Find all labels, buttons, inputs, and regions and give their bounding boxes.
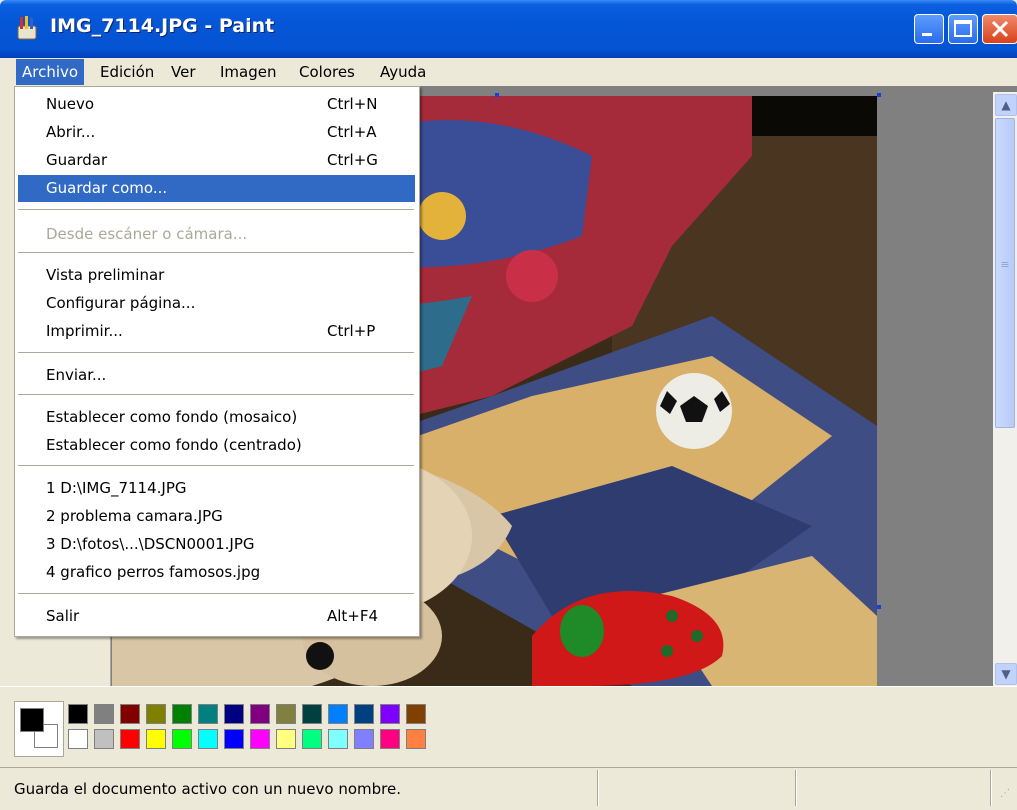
menu-item-shortcut: Alt+F4 — [327, 607, 379, 625]
color-swatch[interactable] — [68, 729, 88, 749]
menu-item-label: Nuevo — [46, 95, 95, 113]
menu-imagen[interactable]: Imagen — [214, 59, 282, 85]
menu-item-label: Guardar — [46, 151, 108, 169]
recent-file-4[interactable]: 4 grafico perros famosos.jpg — [15, 559, 415, 586]
menu-item-shortcut: Ctrl+A — [327, 123, 377, 141]
menu-separator — [18, 352, 414, 354]
menu-item-label: Establecer como fondo (centrado) — [46, 436, 302, 454]
menu-item-fondo-centrado[interactable]: Establecer como fondo (centrado) — [15, 432, 415, 459]
menu-colores[interactable]: Colores — [293, 59, 361, 85]
menu-item-label: Abrir... — [46, 123, 96, 141]
menu-item-fondo-mosaico[interactable]: Establecer como fondo (mosaico) — [15, 404, 415, 431]
close-button[interactable] — [982, 14, 1017, 44]
menu-separator — [18, 465, 414, 467]
color-swatch[interactable] — [302, 729, 322, 749]
menu-item-enviar[interactable]: Enviar... — [15, 362, 415, 389]
maximize-icon — [954, 20, 972, 37]
menu-separator — [18, 209, 414, 211]
close-icon — [991, 20, 1009, 38]
color-swatch[interactable] — [354, 704, 374, 724]
menu-item-shortcut: Ctrl+P — [327, 322, 376, 340]
menu-separator — [18, 593, 414, 595]
menu-item-vista-preliminar[interactable]: Vista preliminar — [15, 262, 415, 289]
menu-item-label: Salir — [46, 607, 80, 625]
color-swatch[interactable] — [380, 729, 400, 749]
menu-item-label: Imprimir... — [46, 322, 123, 340]
recent-file-3[interactable]: 3 D:\fotos\...\DSCN0001.JPG — [15, 531, 415, 558]
status-divider — [597, 770, 599, 806]
menu-item-shortcut: Ctrl+G — [327, 151, 378, 169]
color-swatch[interactable] — [328, 704, 348, 724]
color-swatch[interactable] — [354, 729, 374, 749]
color-swatch[interactable] — [198, 729, 218, 749]
scroll-down-icon[interactable]: ▼ — [995, 663, 1017, 685]
color-palette-area — [0, 686, 1017, 767]
color-swatch[interactable] — [172, 704, 192, 724]
menu-item-label: Vista preliminar — [46, 266, 165, 284]
status-text: Guarda el documento activo con un nuevo … — [14, 780, 402, 798]
status-divider — [795, 770, 797, 806]
color-swatch[interactable] — [68, 704, 88, 724]
color-swatch[interactable] — [406, 704, 426, 724]
color-swatch[interactable] — [94, 729, 114, 749]
color-swatch[interactable] — [302, 704, 322, 724]
color-swatch[interactable] — [250, 729, 270, 749]
menu-ayuda[interactable]: Ayuda — [374, 59, 432, 85]
menu-item-guardar-como[interactable]: Guardar como... — [18, 175, 415, 202]
color-swatch[interactable] — [94, 704, 114, 724]
color-swatch[interactable] — [172, 729, 192, 749]
menu-separator — [18, 394, 414, 396]
resize-handle[interactable] — [877, 605, 881, 609]
menu-item-label: Configurar página... — [46, 294, 196, 312]
color-swatch[interactable] — [120, 704, 140, 724]
menu-item-abrir[interactable]: Abrir... Ctrl+A — [15, 119, 415, 146]
paint-app-icon[interactable] — [16, 16, 38, 40]
window-title: IMG_7114.JPG - Paint — [50, 15, 275, 37]
color-swatch[interactable] — [328, 729, 348, 749]
color-swatch[interactable] — [276, 729, 296, 749]
menu-item-configurar-pagina[interactable]: Configurar página... — [15, 290, 415, 317]
maximize-button[interactable] — [948, 14, 978, 44]
color-swatch[interactable] — [276, 704, 296, 724]
color-swatch[interactable] — [120, 729, 140, 749]
resize-grip-icon[interactable]: ⋰ — [1000, 788, 1010, 799]
menu-item-label: Enviar... — [46, 366, 107, 384]
scroll-up-icon[interactable]: ▲ — [995, 94, 1017, 116]
menu-edicion[interactable]: Edición — [94, 59, 160, 85]
menu-item-label: 2 problema camara.JPG — [46, 507, 223, 525]
menu-item-imprimir[interactable]: Imprimir... Ctrl+P — [15, 318, 415, 345]
menu-item-nuevo[interactable]: Nuevo Ctrl+N — [15, 91, 415, 118]
color-swatch[interactable] — [146, 704, 166, 724]
color-swatch[interactable] — [146, 729, 166, 749]
minimize-button[interactable] — [914, 14, 944, 44]
recent-file-2[interactable]: 2 problema camara.JPG — [15, 503, 415, 530]
menu-archivo[interactable]: Archivo — [16, 59, 85, 85]
status-divider — [990, 770, 992, 806]
color-swatch[interactable] — [198, 704, 218, 724]
recent-file-1[interactable]: 1 D:\IMG_7114.JPG — [15, 475, 415, 502]
color-swatch[interactable] — [224, 704, 244, 724]
menu-item-label: Establecer como fondo (mosaico) — [46, 408, 298, 426]
color-swatch[interactable] — [250, 704, 270, 724]
menu-separator — [18, 252, 414, 254]
menu-item-label: 3 D:\fotos\...\DSCN0001.JPG — [46, 535, 255, 553]
minimize-icon — [922, 33, 932, 36]
menu-item-desde-escaner: Desde escáner o cámara... — [15, 221, 415, 248]
scrollbar-grip-icon: ≡ — [1000, 258, 1010, 271]
menu-item-guardar[interactable]: Guardar Ctrl+G — [15, 147, 415, 174]
menu-item-salir[interactable]: Salir Alt+F4 — [15, 603, 415, 630]
resize-handle[interactable] — [495, 93, 499, 97]
menu-item-label: Desde escáner o cámara... — [46, 225, 248, 243]
menu-item-label: 1 D:\IMG_7114.JPG — [46, 479, 187, 497]
color-swatch[interactable] — [380, 704, 400, 724]
menu-item-shortcut: Ctrl+N — [327, 95, 378, 113]
resize-handle[interactable] — [877, 93, 881, 97]
foreground-color[interactable] — [20, 708, 44, 732]
color-swatch[interactable] — [406, 729, 426, 749]
menu-ver[interactable]: Ver — [165, 59, 202, 85]
menu-item-label: 4 grafico perros famosos.jpg — [46, 563, 261, 581]
color-swatch[interactable] — [224, 729, 244, 749]
menu-item-label: Guardar como... — [46, 179, 168, 197]
